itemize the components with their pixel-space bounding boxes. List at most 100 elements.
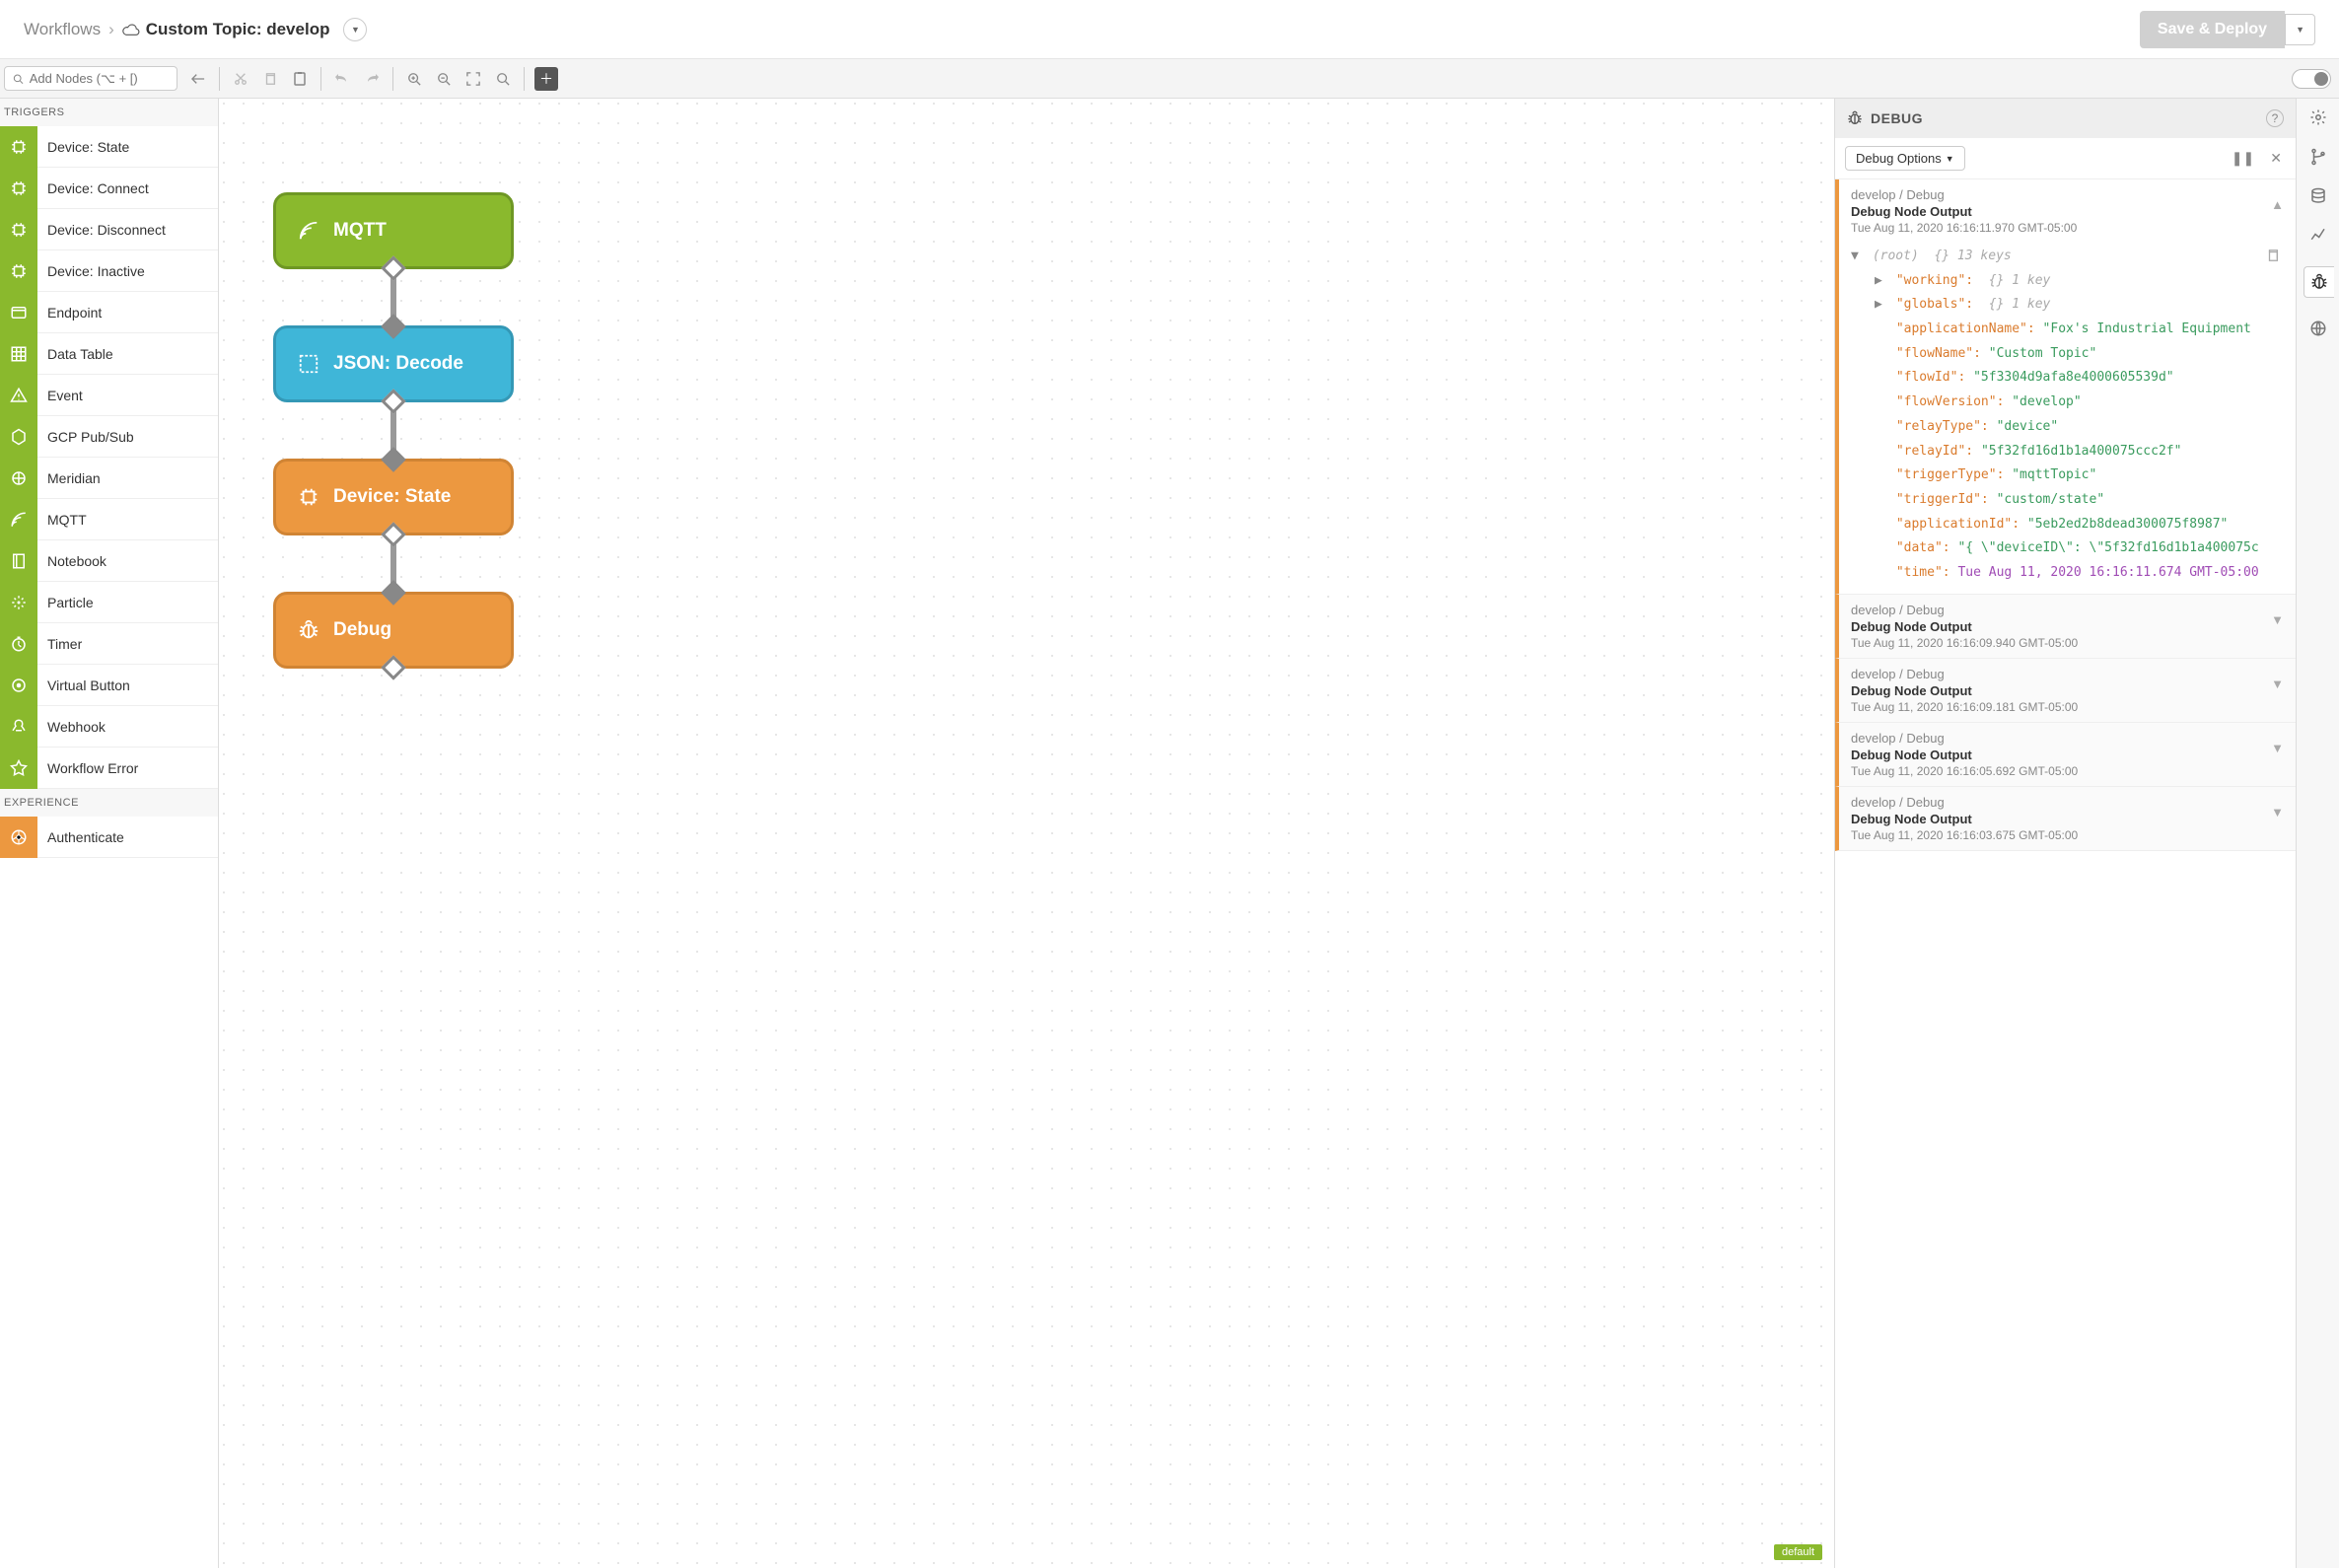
fit-button[interactable] [459,64,488,94]
palette-node[interactable]: Device: State [0,126,218,168]
search-icon [13,73,24,85]
debug-entry[interactable]: develop / DebugDebug Node OutputTue Aug … [1835,595,2296,659]
search-input[interactable] [30,71,169,86]
workflow-canvas[interactable]: MQTT JSON: Decode Device: State Debug de… [219,99,1834,1568]
metrics-icon[interactable] [2309,227,2327,245]
palette-node[interactable]: Data Table [0,333,218,375]
node-label: Device: State [333,486,451,508]
palette-node[interactable]: Timer [0,623,218,665]
node-icon [0,292,37,333]
debug-entry-path: develop / Debug [1851,603,2284,617]
debug-options-button[interactable]: Debug Options ▼ [1845,146,1965,171]
debug-entry-time: Tue Aug 11, 2020 16:16:11.970 GMT-05:00 [1851,221,2284,235]
port-out[interactable] [381,255,405,280]
debug-entry-path: develop / Debug [1851,667,2284,681]
json-tree: ▼ (root) {} 13 keys▶ "working": {} 1 key… [1851,245,2284,586]
palette-node[interactable]: Virtual Button [0,665,218,706]
section-triggers: TRIGGERS [0,99,218,126]
button-icon [10,677,28,694]
palette-node[interactable]: Event [0,375,218,416]
chevron-icon[interactable]: ▼ [2271,741,2284,755]
debug-entry-time: Tue Aug 11, 2020 16:16:09.181 GMT-05:00 [1851,700,2284,714]
palette-node[interactable]: Webhook [0,706,218,748]
node-label: Notebook [37,553,106,569]
palette-node[interactable]: Endpoint [0,292,218,333]
port-out[interactable] [381,522,405,546]
node-icon [0,817,37,858]
flow-node-mqtt[interactable]: MQTT [273,192,514,269]
breadcrumb-root[interactable]: Workflows [24,20,101,39]
palette-node[interactable]: Device: Inactive [0,250,218,292]
help-button[interactable]: ? [2266,109,2284,127]
find-button[interactable] [488,64,518,94]
bug-icon [298,619,319,641]
port-out[interactable] [381,655,405,679]
port-in[interactable] [381,447,405,471]
save-deploy-button[interactable]: Save & Deploy [2140,11,2285,48]
palette-node[interactable]: MQTT [0,499,218,540]
debug-title: DEBUG [1871,110,1923,126]
node-icon [0,458,37,499]
globe-icon[interactable] [2309,320,2327,337]
chevron-icon[interactable]: ▲ [2271,197,2284,212]
node-label: Meridian [37,470,101,486]
node-icon [0,168,37,209]
add-nodes-search[interactable] [4,66,177,91]
save-dropdown-button[interactable]: ▼ [2285,14,2315,45]
settings-icon[interactable] [2309,108,2327,126]
cut-button[interactable] [226,64,255,94]
port-out[interactable] [381,389,405,413]
palette-node[interactable]: Device: Connect [0,168,218,209]
zoom-out-button[interactable] [429,64,459,94]
timer-icon [10,635,28,653]
zoom-in-button[interactable] [399,64,429,94]
node-label: MQTT [37,512,87,528]
redo-button[interactable] [357,64,387,94]
undo-button[interactable] [327,64,357,94]
port-in[interactable] [381,314,405,338]
debug-entry[interactable]: develop / DebugDebug Node OutputTue Aug … [1835,179,2296,595]
flow-node-device-state[interactable]: Device: State [273,459,514,535]
branch-icon[interactable] [2309,148,2327,166]
chevron-icon[interactable]: ▼ [2271,805,2284,820]
debug-header: DEBUG ? [1835,99,2296,138]
debug-tab-icon[interactable] [2304,266,2334,298]
palette-node[interactable]: Authenticate [0,817,218,858]
debug-entry[interactable]: develop / DebugDebug Node OutputTue Aug … [1835,659,2296,723]
paste-button[interactable] [285,64,315,94]
palette-node[interactable]: Workflow Error [0,748,218,789]
palette-node[interactable]: GCP Pub/Sub [0,416,218,458]
error-icon [10,759,28,777]
node-icon [0,665,37,706]
back-button[interactable] [183,64,213,94]
version-dropdown[interactable]: ▼ [343,18,367,41]
node-label: Timer [37,636,82,652]
storage-icon[interactable] [2309,187,2327,205]
palette-node[interactable]: Meridian [0,458,218,499]
node-icon [0,499,37,540]
debug-panel: DEBUG ? Debug Options ▼ ❚❚ ✕ develop / D… [1834,99,2296,1568]
palette-node[interactable]: Particle [0,582,218,623]
json-icon [298,353,319,375]
chip-icon [10,138,28,156]
debug-toggle[interactable] [2292,69,2331,89]
debug-entry[interactable]: develop / DebugDebug Node OutputTue Aug … [1835,723,2296,787]
node-icon [0,209,37,250]
debug-entry[interactable]: develop / DebugDebug Node OutputTue Aug … [1835,787,2296,851]
chevron-icon[interactable]: ▼ [2271,612,2284,627]
palette-node[interactable]: Device: Disconnect [0,209,218,250]
flow-node-json-decode[interactable]: JSON: Decode [273,325,514,402]
port-in[interactable] [381,580,405,605]
chevron-icon[interactable]: ▼ [2271,677,2284,691]
node-label: Virtual Button [37,677,130,693]
copy-button[interactable] [255,64,285,94]
close-button[interactable]: ✕ [2266,146,2286,171]
copy-icon[interactable] [2266,249,2280,262]
node-label: Device: Disconnect [37,222,166,238]
flow-node-debug[interactable]: Debug [273,592,514,669]
add-node-button[interactable]: ＋ [534,67,558,91]
palette-node[interactable]: Notebook [0,540,218,582]
node-label: MQTT [333,220,387,242]
node-label: Endpoint [37,305,102,321]
pause-button[interactable]: ❚❚ [2228,146,2258,171]
